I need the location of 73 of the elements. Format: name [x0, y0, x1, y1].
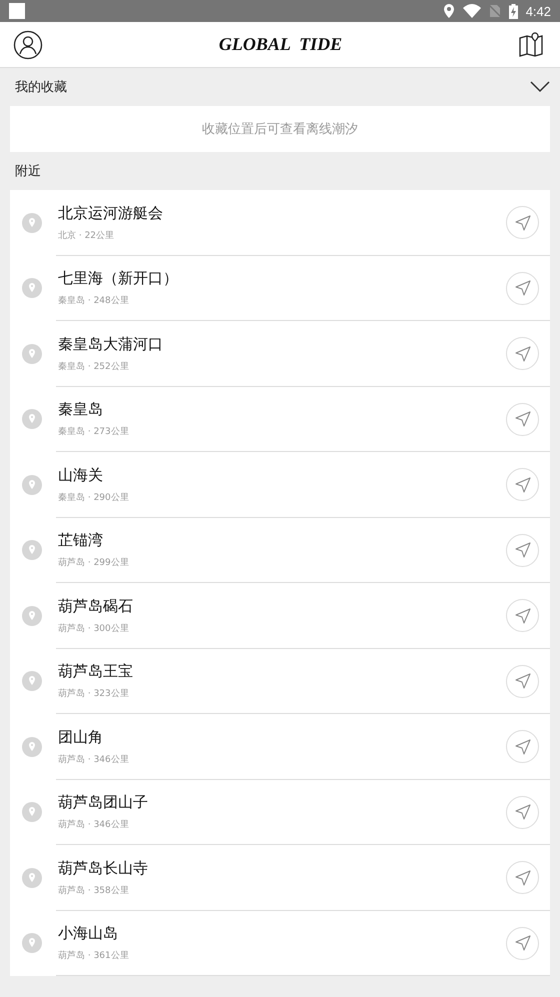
pin-icon: [22, 540, 42, 560]
pin-icon: [22, 344, 42, 364]
navigation-arrow-icon: [514, 411, 530, 428]
navigate-button[interactable]: [506, 402, 539, 436]
navigation-arrow-icon: [514, 870, 530, 886]
pin-icon: [22, 409, 42, 430]
navigation-arrow-icon: [514, 673, 530, 690]
navigation-arrow-icon: [514, 935, 530, 952]
pin-icon: [22, 736, 42, 757]
place-name[interactable]: 葫芦岛碣石: [58, 596, 133, 616]
place-name[interactable]: 秦皇岛大蒲河口: [58, 334, 163, 354]
place-name[interactable]: 北京运河游艇会: [58, 204, 163, 223]
navigation-arrow-icon: [514, 738, 530, 755]
location-icon: [442, 4, 455, 18]
navigation-arrow-icon: [514, 542, 530, 558]
clock-time: 4:42: [526, 4, 551, 18]
navigate-button[interactable]: [506, 664, 539, 698]
place-detail: 葫芦岛 · 346公里: [58, 754, 129, 766]
place-name[interactable]: 小海山岛: [58, 924, 118, 944]
no-sim-icon: [488, 4, 501, 18]
place-detail: 秦皇岛 · 248公里: [58, 294, 129, 308]
app-title: GLOBAL TIDE: [218, 34, 342, 55]
navigate-button[interactable]: [506, 206, 539, 240]
notification-icon: [9, 3, 25, 19]
navigate-button[interactable]: [506, 861, 539, 894]
navigate-button[interactable]: [506, 468, 539, 502]
place-name[interactable]: 秦皇岛: [58, 400, 103, 420]
pin-icon: [22, 868, 42, 888]
pin-icon: [22, 278, 42, 298]
place-name[interactable]: 葫芦岛王宝: [58, 662, 133, 682]
place-detail: 葫芦岛 · 323公里: [58, 688, 129, 700]
place-detail: 葫芦岛 · 346公里: [58, 818, 129, 832]
pin-icon: [22, 212, 42, 233]
navigation-arrow-icon: [514, 476, 530, 493]
navigation-arrow-icon: [514, 346, 530, 362]
navigation-arrow-icon: [514, 280, 530, 296]
profile-icon[interactable]: [13, 30, 43, 60]
place-name[interactable]: 团山角: [58, 728, 103, 747]
chevron-icon[interactable]: [530, 81, 550, 93]
navigate-button[interactable]: [506, 599, 539, 632]
place-name[interactable]: 七里海（新开口）: [58, 269, 178, 288]
pin-icon: [22, 802, 42, 822]
navigate-button[interactable]: [506, 730, 539, 764]
pin-icon: [22, 474, 42, 495]
place-name[interactable]: 葫芦岛团山子: [58, 793, 148, 812]
pin-icon: [22, 671, 42, 692]
pin-icon: [22, 606, 42, 626]
wifi-icon: [462, 4, 481, 18]
place-detail: 葫芦岛 · 361公里: [58, 950, 129, 962]
place-name[interactable]: 山海关: [58, 466, 103, 485]
navigation-arrow-icon: [514, 608, 530, 624]
map-icon[interactable]: [518, 32, 544, 58]
place-name[interactable]: 葫芦岛长山寺: [58, 858, 148, 878]
place-detail: 葫芦岛 · 358公里: [58, 884, 129, 897]
navigation-arrow-icon: [514, 804, 530, 820]
empty-message: 收藏位置后可查看离线潮汐: [202, 121, 358, 138]
place-detail: 秦皇岛 · 290公里: [58, 492, 129, 504]
battery-charging-icon: [508, 4, 518, 18]
navigate-button[interactable]: [506, 796, 539, 829]
place-detail: 葫芦岛 · 299公里: [58, 556, 129, 570]
pin-icon: [22, 933, 42, 954]
navigate-button[interactable]: [506, 534, 539, 567]
place-name[interactable]: 芷锚湾: [58, 531, 103, 550]
section-label: 我的收藏: [15, 79, 67, 96]
navigate-button[interactable]: [506, 926, 539, 960]
navigate-button[interactable]: [506, 272, 539, 305]
section-label: 附近: [15, 163, 41, 180]
place-detail: 葫芦岛 · 300公里: [58, 622, 129, 635]
place-detail: 秦皇岛 · 273公里: [58, 426, 129, 438]
navigation-arrow-icon: [514, 214, 530, 231]
place-detail: 秦皇岛 · 252公里: [58, 360, 129, 373]
place-detail: 北京 · 22公里: [58, 230, 114, 242]
navigate-button[interactable]: [506, 337, 539, 370]
